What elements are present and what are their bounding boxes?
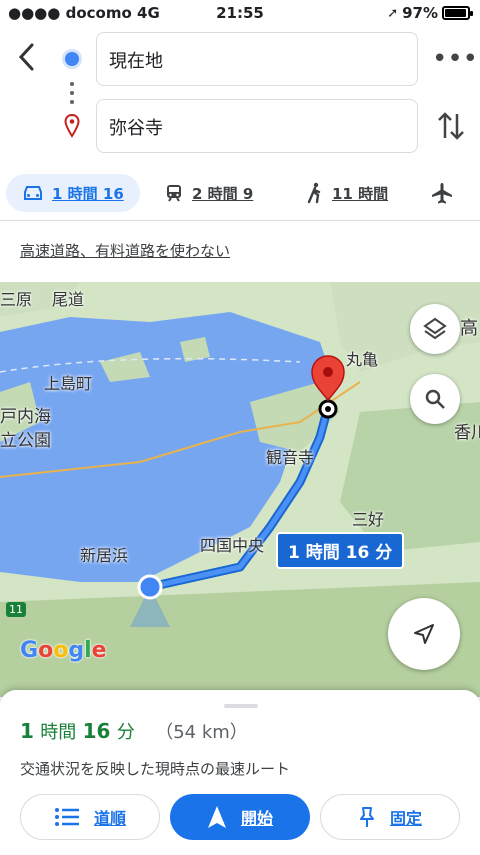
- walk-icon: [307, 182, 321, 204]
- search-along-route-button[interactable]: [410, 374, 460, 424]
- logo-letter: g: [68, 638, 85, 663]
- divider: [0, 220, 480, 221]
- swap-button[interactable]: [436, 108, 466, 144]
- pin-icon: [359, 807, 374, 827]
- car-icon: [24, 186, 42, 200]
- duration-minutes-unit: 分: [116, 722, 135, 743]
- logo-letter: o: [53, 638, 69, 663]
- map-label: 尾道: [52, 290, 85, 309]
- google-logo: Google: [20, 638, 107, 663]
- start-label: 開始: [240, 809, 273, 828]
- more-options-button[interactable]: •••: [432, 44, 478, 74]
- chevron-left-icon: [18, 43, 34, 71]
- pin-label: 固定: [389, 809, 422, 828]
- battery-icon: [442, 6, 473, 20]
- list-icon: [54, 808, 79, 826]
- map-label: 三原: [0, 290, 33, 309]
- route-distance: （54 km）: [155, 722, 248, 743]
- map-label: 戸内海: [0, 407, 51, 427]
- route-description: 交通状況を反映した現時点の最速ルート: [20, 760, 291, 778]
- mode-transit[interactable]: 2 時間 9: [164, 174, 253, 212]
- flight-icon: [432, 183, 452, 204]
- logo-letter: l: [84, 638, 92, 663]
- more-dots-icon: •••: [432, 44, 479, 74]
- map-label: 観音寺: [266, 448, 315, 467]
- map-label: 上島町: [44, 374, 93, 393]
- dots-connector-icon: [70, 82, 74, 109]
- origin-dot-icon: [65, 52, 79, 66]
- train-icon: [167, 185, 181, 202]
- status-bar: ●●●● docomo 4G 21:55 ➚ 97%: [0, 0, 480, 28]
- destination-pin-icon: [64, 114, 80, 138]
- start-button[interactable]: 開始: [170, 794, 310, 840]
- back-button[interactable]: [14, 40, 44, 76]
- map-label: 高: [460, 318, 478, 339]
- route-duration: 1 時間 16 分 （54 km）: [20, 718, 248, 744]
- mode-driving-label: 1 時間 16: [52, 184, 124, 203]
- route-shield: 11: [6, 602, 26, 617]
- layers-icon: [423, 317, 447, 340]
- map-label: 立公園: [0, 431, 51, 451]
- drag-handle[interactable]: [224, 704, 258, 708]
- mode-transit-label: 2 時間 9: [192, 184, 254, 203]
- map-label: 丸亀: [346, 350, 379, 369]
- map-label: 香川県: [454, 423, 480, 443]
- mode-walking[interactable]: 11 時間: [306, 174, 388, 212]
- navigation-arrow-icon: [414, 624, 434, 644]
- pin-button[interactable]: 固定: [320, 794, 460, 840]
- navigation-arrow-icon: [207, 806, 226, 828]
- eta-bubble[interactable]: 1 時間 16 分: [276, 532, 405, 569]
- mode-driving[interactable]: 1 時間 16: [6, 174, 140, 212]
- logo-letter: e: [91, 638, 107, 663]
- travel-mode-bar: 1 時間 16 2 時間 9 11 時間: [0, 168, 480, 218]
- layers-button[interactable]: [410, 304, 460, 354]
- navigate-preview-button[interactable]: [388, 598, 460, 670]
- logo-letter: G: [20, 638, 39, 663]
- origin-input[interactable]: 現在地: [96, 32, 418, 86]
- map-label: 三好: [352, 510, 385, 529]
- route-summary-sheet: 1 時間 16 分 （54 km） 交通状況を反映した現時点の最速ルート 道順 …: [0, 690, 480, 855]
- mode-walking-label: 11 時間: [332, 184, 389, 203]
- search-icon: [425, 389, 445, 409]
- logo-letter: o: [38, 638, 54, 663]
- destination-input[interactable]: 弥谷寺: [96, 99, 418, 153]
- location-arrow-icon: ➚: [387, 5, 399, 21]
- map-label: 四国中央: [200, 536, 265, 555]
- duration-minutes: 16: [82, 719, 111, 743]
- mode-flight[interactable]: [430, 174, 454, 212]
- current-location-dot: [137, 574, 163, 600]
- steps-button[interactable]: 道順: [20, 794, 160, 840]
- duration-hours-unit: 時間: [40, 722, 77, 743]
- swap-icon: [438, 112, 464, 140]
- destination-marker-dot: [323, 367, 333, 377]
- destination-center: [325, 406, 331, 412]
- duration-hours: 1: [20, 719, 34, 743]
- battery-area: ➚ 97%: [387, 4, 473, 22]
- steps-label: 道順: [93, 809, 126, 828]
- battery-percent: 97%: [402, 4, 438, 22]
- route-options-link[interactable]: 高速道路、有料道路を使わない: [20, 240, 230, 261]
- map-label: 新居浜: [80, 546, 129, 565]
